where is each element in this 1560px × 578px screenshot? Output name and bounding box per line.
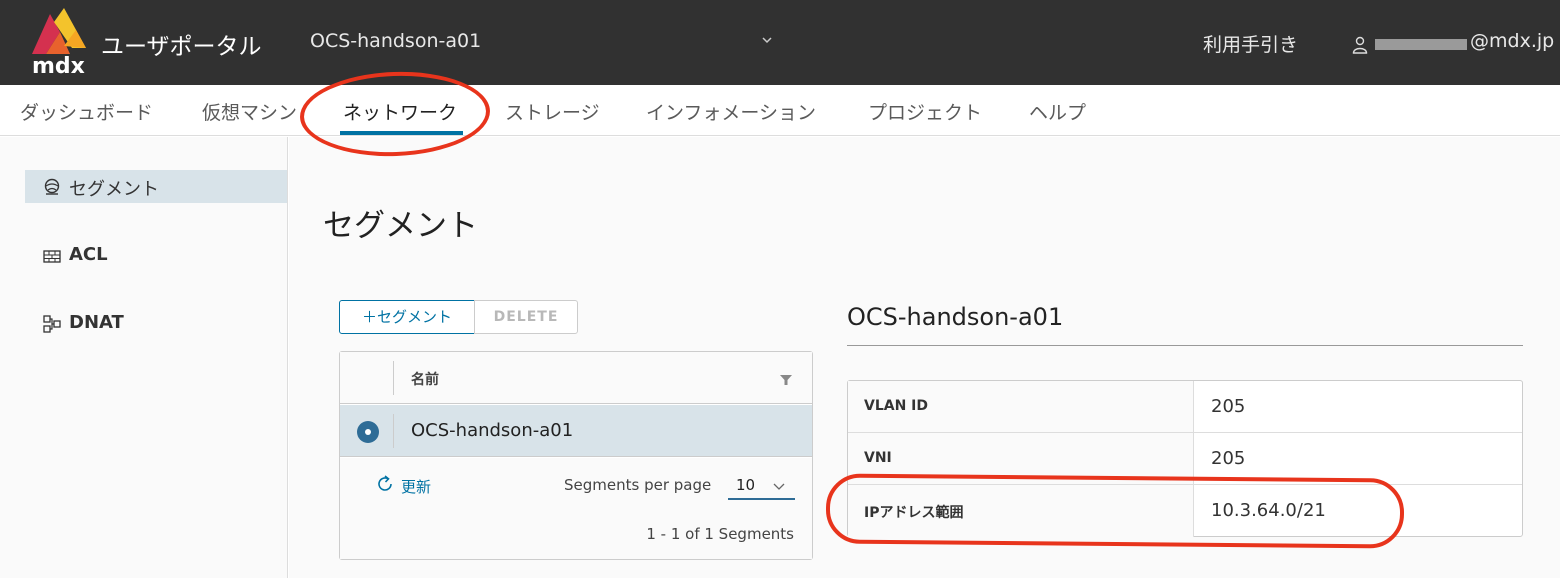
column-divider xyxy=(393,414,394,448)
delete-button[interactable]: DELETE xyxy=(474,300,578,334)
segment-name-cell: OCS-handson-a01 xyxy=(411,420,574,441)
segment-icon xyxy=(44,178,60,195)
mdx-logo[interactable]: mdx xyxy=(28,8,90,79)
main-nav: ダッシュボード 仮想マシン ネットワーク ストレージ インフォメーション プロジ… xyxy=(0,85,1560,136)
detail-key: VLAN ID xyxy=(864,398,929,414)
user-icon xyxy=(1352,36,1368,54)
logo-mark-icon xyxy=(32,8,86,54)
table-row[interactable]: OCS-handson-a01 xyxy=(340,405,812,457)
firewall-icon xyxy=(43,250,61,263)
user-guide-link[interactable]: 利用手引き xyxy=(1203,30,1298,57)
tab-information[interactable]: インフォメーション xyxy=(646,98,816,125)
dnat-icon xyxy=(43,315,61,333)
tab-project[interactable]: プロジェクト xyxy=(868,98,982,125)
detail-value: 205 xyxy=(1211,448,1246,469)
sidebar-item-label: セグメント xyxy=(69,179,159,200)
detail-value: 205 xyxy=(1211,396,1246,417)
top-header: mdx ユーザポータル OCS-handson-a01 利用手引き @mdx.j… xyxy=(0,0,1560,85)
detail-row-vlan-id: VLAN ID 205 xyxy=(848,381,1522,433)
chevron-down-icon xyxy=(773,483,785,490)
tab-dashboard[interactable]: ダッシュボード xyxy=(20,98,153,125)
sidebar xyxy=(0,137,288,578)
per-page-select[interactable]: 10 xyxy=(728,472,795,500)
app-title: ユーザポータル xyxy=(101,34,262,60)
sidebar-item-acl[interactable]: ACL xyxy=(25,239,287,272)
refresh-button[interactable]: 更新 xyxy=(401,476,431,497)
row-select-radio[interactable] xyxy=(357,421,379,443)
sidebar-item-dnat[interactable]: DNAT xyxy=(25,307,287,340)
table-header: 名前 xyxy=(340,352,812,404)
per-page-value: 10 xyxy=(736,476,756,494)
project-selector[interactable]: OCS-handson-a01 xyxy=(310,30,481,52)
column-header-name[interactable]: 名前 xyxy=(411,369,439,389)
detail-key: VNI xyxy=(864,450,892,466)
add-segment-button[interactable]: ＋セグメント xyxy=(339,300,475,334)
sidebar-item-label: DNAT xyxy=(69,312,124,333)
divider xyxy=(847,345,1523,346)
pagination-count: 1 - 1 of 1 Segments xyxy=(646,525,794,543)
user-email[interactable]: @mdx.jp xyxy=(1470,30,1554,52)
tab-help[interactable]: ヘルプ xyxy=(1029,98,1086,125)
sidebar-item-label: ACL xyxy=(69,244,108,265)
logo-text: mdx xyxy=(32,54,85,79)
annotation-circle-ip-range xyxy=(825,473,1405,549)
detail-title: OCS-handson-a01 xyxy=(847,303,1064,331)
tab-virtual-machines[interactable]: 仮想マシン xyxy=(202,98,297,125)
tab-storage[interactable]: ストレージ xyxy=(505,98,600,125)
datagrid-footer: 更新 Segments per page 10 1 - 1 of 1 Segme… xyxy=(340,458,812,559)
sidebar-item-segment[interactable]: セグメント xyxy=(25,170,287,203)
per-page-label: Segments per page xyxy=(564,476,712,494)
redacted-username xyxy=(1375,39,1467,50)
column-divider xyxy=(393,361,394,395)
refresh-icon[interactable] xyxy=(375,474,395,494)
chevron-down-icon[interactable] xyxy=(760,33,774,47)
page-title: セグメント xyxy=(323,208,478,244)
segment-datagrid: 名前 OCS-handson-a01 更新 Segments per page … xyxy=(339,351,813,560)
filter-icon[interactable] xyxy=(780,374,792,386)
